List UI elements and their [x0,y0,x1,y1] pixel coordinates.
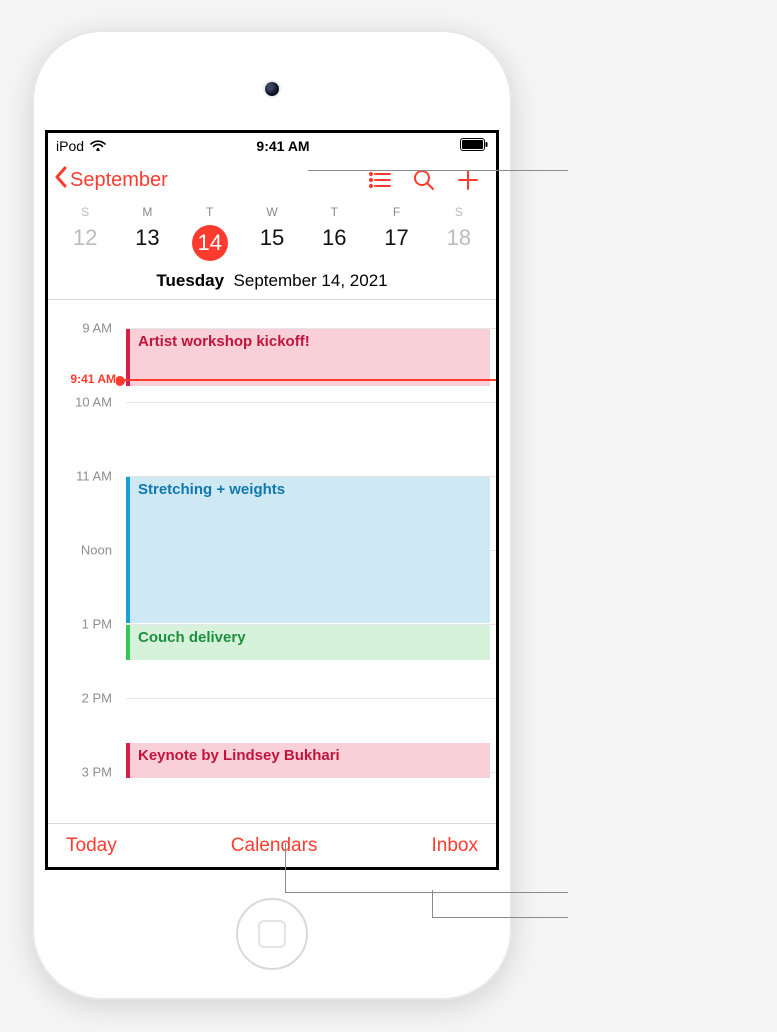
date-label: September 14, 2021 [234,271,388,290]
weekday-header: T [179,205,241,223]
selected-day-indicator: 14 [192,225,228,261]
callout-line [285,843,286,892]
weekday-header: W [241,205,303,223]
hour-label: 9 AM [48,321,120,336]
back-button[interactable]: September [54,166,168,194]
hour-gridline [126,402,496,403]
hour-label: 1 PM [48,617,120,632]
search-button[interactable] [402,158,446,202]
add-event-button[interactable] [446,158,490,202]
calendars-button[interactable]: Calendars [231,835,318,857]
weekday-label: Tuesday [156,271,224,290]
screen: iPod 9:41 AM September [45,130,499,870]
weekday-header: M [116,205,178,223]
nav-bar: September [48,157,496,203]
list-icon [368,170,392,190]
battery-icon [460,138,488,154]
callout-line [432,917,568,918]
chevron-left-icon [54,166,68,194]
search-icon [412,168,436,192]
status-bar: iPod 9:41 AM [48,133,496,157]
day-number[interactable]: 12 [54,223,116,267]
today-button[interactable]: Today [66,835,117,857]
day-number[interactable]: 13 [116,223,178,267]
week-header: SMTWTFS 12131415161718 [48,203,496,267]
hour-label: 10 AM [48,395,120,410]
plus-icon [456,168,480,192]
bottom-toolbar: Today Calendars Inbox [48,823,496,867]
carrier-label: iPod [56,138,84,154]
hour-label: 3 PM [48,765,120,780]
status-time: 9:41 AM [106,138,460,154]
current-time-indicator [120,379,496,381]
callout-line [308,170,568,171]
weekday-header: T [303,205,365,223]
day-number[interactable]: 16 [303,223,365,267]
full-date: Tuesday September 14, 2021 [48,267,496,299]
callout-line [285,892,568,893]
calendar-event[interactable]: Keynote by Lindsey Bukhari [126,743,490,778]
calendar-event[interactable]: Stretching + weights [126,477,490,623]
day-number[interactable]: 18 [428,223,490,267]
wifi-icon [90,138,106,154]
day-number[interactable]: 15 [241,223,303,267]
day-number[interactable]: 17 [365,223,427,267]
back-label: September [70,169,168,192]
hour-label: 11 AM [48,469,120,484]
inbox-button[interactable]: Inbox [432,835,478,857]
hour-gridline [126,698,496,699]
weekday-header: F [365,205,427,223]
day-number[interactable]: 14 [179,223,241,267]
day-timeline[interactable]: 9 AM10 AM11 AMNoon1 PM2 PM3 PMArtist wor… [48,300,496,823]
hour-label: Noon [48,543,120,558]
device-camera [265,82,279,96]
weekday-header: S [428,205,490,223]
home-button[interactable] [236,898,308,970]
hour-label: 2 PM [48,691,120,706]
current-time-label: 9:41 AM [48,372,116,386]
weekday-header: S [54,205,116,223]
list-view-button[interactable] [358,158,402,202]
calendar-event[interactable]: Couch delivery [126,625,490,660]
callout-line [432,890,433,917]
